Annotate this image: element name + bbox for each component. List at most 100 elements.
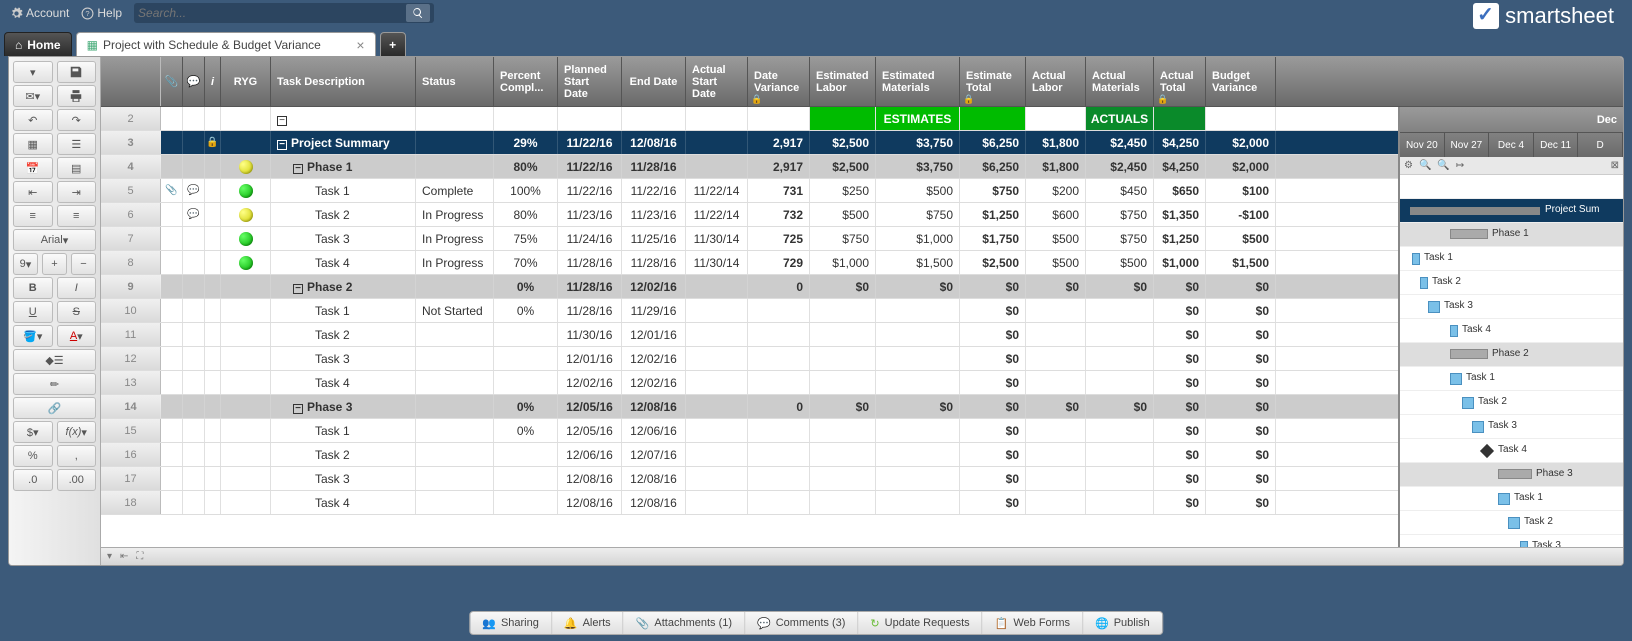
- cell-ryg[interactable]: [221, 419, 271, 442]
- cell-etot[interactable]: $0: [960, 491, 1026, 514]
- cell-pstart[interactable]: [558, 107, 622, 130]
- cell-ryg[interactable]: [221, 299, 271, 322]
- cell-attach[interactable]: [161, 107, 183, 130]
- cell-dvar[interactable]: [748, 419, 810, 442]
- cell-pstart[interactable]: 11/22/16: [558, 131, 622, 154]
- cell-elab[interactable]: $2,500: [810, 155, 876, 178]
- cell-dvar[interactable]: 2,917: [748, 155, 810, 178]
- gear-icon[interactable]: ⚙: [1404, 160, 1413, 171]
- cell-rownum[interactable]: 3: [101, 131, 161, 154]
- cell-bvar[interactable]: $100: [1206, 179, 1276, 202]
- cell-comment[interactable]: [183, 275, 205, 298]
- cell-pct[interactable]: 70%: [494, 251, 558, 274]
- col-amat[interactable]: Actual Materials: [1086, 57, 1154, 106]
- cell-etot[interactable]: $0: [960, 467, 1026, 490]
- cell-atot[interactable]: $0: [1154, 443, 1206, 466]
- cell-attach[interactable]: [161, 395, 183, 418]
- cell-etot[interactable]: $0: [960, 443, 1026, 466]
- cell-dvar[interactable]: 725: [748, 227, 810, 250]
- cell-astart[interactable]: 11/30/14: [686, 227, 748, 250]
- cell-astart[interactable]: [686, 419, 748, 442]
- cell-pstart[interactable]: 11/23/16: [558, 203, 622, 226]
- font-increase-button[interactable]: +: [42, 253, 67, 275]
- cell-emat[interactable]: $0: [876, 275, 960, 298]
- cell-desc[interactable]: −Phase 1: [271, 155, 416, 178]
- cell-bvar[interactable]: $2,000: [1206, 155, 1276, 178]
- cell-pct[interactable]: 29%: [494, 131, 558, 154]
- cell-lock[interactable]: [205, 419, 221, 442]
- cell-attach[interactable]: [161, 299, 183, 322]
- gantt-row[interactable]: Task 2: [1400, 511, 1623, 535]
- fill-color-button[interactable]: 🪣▾: [13, 325, 53, 347]
- formula-button[interactable]: f(x)▾: [57, 421, 97, 443]
- cell-lock[interactable]: [205, 251, 221, 274]
- tab-home[interactable]: ⌂Home: [4, 32, 72, 56]
- cell-lock[interactable]: [205, 491, 221, 514]
- cell-emat[interactable]: $750: [876, 203, 960, 226]
- cell-emat[interactable]: [876, 323, 960, 346]
- cell-pstart[interactable]: 11/22/16: [558, 155, 622, 178]
- gantt-row[interactable]: Task 2: [1400, 271, 1623, 295]
- cell-elab[interactable]: [810, 443, 876, 466]
- gantt-week[interactable]: Nov 20: [1400, 133, 1445, 157]
- undo-button[interactable]: ↶: [13, 109, 53, 131]
- cell-rownum[interactable]: 18: [101, 491, 161, 514]
- add-row-icon[interactable]: ▾: [107, 551, 112, 562]
- cell-pct[interactable]: [494, 347, 558, 370]
- redo-button[interactable]: ↷: [57, 109, 97, 131]
- percent-button[interactable]: %: [13, 445, 53, 467]
- cell-attach[interactable]: [161, 131, 183, 154]
- cell-attach[interactable]: [161, 443, 183, 466]
- grid-row[interactable]: 8Task 4In Progress70%11/28/1611/28/1611/…: [101, 251, 1398, 275]
- cell-amat[interactable]: $500: [1086, 251, 1154, 274]
- cell-dvar[interactable]: 0: [748, 275, 810, 298]
- collapse-icon[interactable]: −: [293, 164, 303, 174]
- cell-pct[interactable]: [494, 323, 558, 346]
- gantt-bar[interactable]: [1462, 397, 1474, 409]
- cell-desc[interactable]: Task 3: [271, 347, 416, 370]
- cell-end[interactable]: 12/08/16: [622, 491, 686, 514]
- cell-end[interactable]: 11/28/16: [622, 251, 686, 274]
- cell-rownum[interactable]: 5: [101, 179, 161, 202]
- cell-pstart[interactable]: 12/08/16: [558, 467, 622, 490]
- cell-pstart[interactable]: 12/01/16: [558, 347, 622, 370]
- cell-attach[interactable]: [161, 323, 183, 346]
- col-pct[interactable]: Percent Compl...: [494, 57, 558, 106]
- comments-button[interactable]: 💬Comments (3): [745, 612, 858, 634]
- cell-dvar[interactable]: [748, 491, 810, 514]
- cell-emat[interactable]: [876, 419, 960, 442]
- cell-desc[interactable]: −Phase 2: [271, 275, 416, 298]
- gantt-row[interactable]: Task 4: [1400, 439, 1623, 463]
- gantt-bar[interactable]: [1450, 229, 1488, 239]
- grid-row[interactable]: 3🔒−Project Summary29%11/22/1612/08/162,9…: [101, 131, 1398, 155]
- cell-bvar[interactable]: $0: [1206, 323, 1276, 346]
- gantt-bar[interactable]: [1450, 349, 1488, 359]
- gantt-row[interactable]: Task 3: [1400, 415, 1623, 439]
- col-emat[interactable]: Estimated Materials: [876, 57, 960, 106]
- cell-pstart[interactable]: 11/24/16: [558, 227, 622, 250]
- cell-emat[interactable]: $0: [876, 395, 960, 418]
- cell-ryg[interactable]: [221, 371, 271, 394]
- cell-desc[interactable]: Task 4: [271, 491, 416, 514]
- publish-button[interactable]: 🌐Publish: [1083, 612, 1162, 634]
- cell-bvar[interactable]: $0: [1206, 371, 1276, 394]
- cell-end[interactable]: 11/28/16: [622, 155, 686, 178]
- cell-lock[interactable]: [205, 371, 221, 394]
- cell-desc[interactable]: Task 1: [271, 419, 416, 442]
- cell-elab[interactable]: [810, 419, 876, 442]
- cell-attach[interactable]: [161, 371, 183, 394]
- cell-bvar[interactable]: $0: [1206, 491, 1276, 514]
- currency-button[interactable]: $▾: [13, 421, 53, 443]
- cell-elab[interactable]: $0: [810, 395, 876, 418]
- grid-row[interactable]: 13Task 412/02/1612/02/16$0$0$0: [101, 371, 1398, 395]
- cell-atot[interactable]: [1154, 107, 1206, 130]
- cell-atot[interactable]: $0: [1154, 299, 1206, 322]
- cell-alab[interactable]: $1,800: [1026, 155, 1086, 178]
- gantt-row[interactable]: Task 1: [1400, 367, 1623, 391]
- cell-rownum[interactable]: 17: [101, 467, 161, 490]
- cell-elab[interactable]: [810, 467, 876, 490]
- cell-etot[interactable]: $0: [960, 299, 1026, 322]
- cell-comment[interactable]: [183, 251, 205, 274]
- cell-atot[interactable]: $0: [1154, 323, 1206, 346]
- cell-end[interactable]: 11/25/16: [622, 227, 686, 250]
